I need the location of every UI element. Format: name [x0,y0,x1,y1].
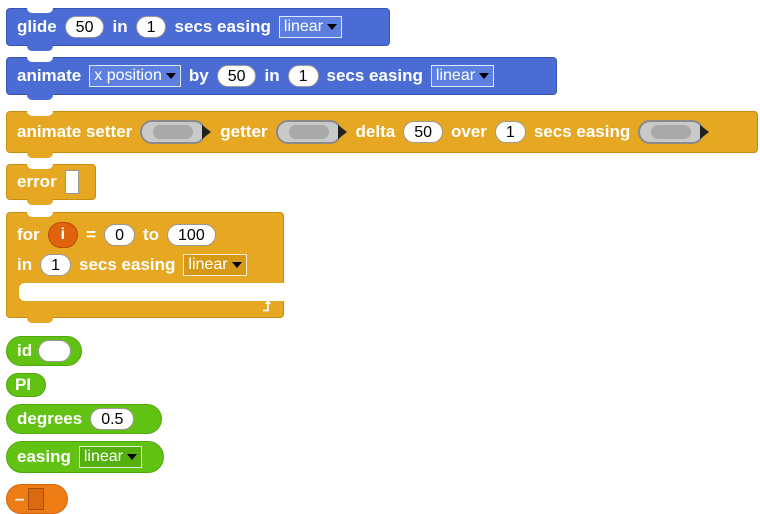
for-easing-value: linear [188,256,228,273]
animate-secs-input[interactable]: 1 [287,65,319,87]
animate-value-input[interactable]: 50 [216,65,257,87]
error-block[interactable]: error [6,164,96,205]
glide-block[interactable]: glide 50 in 1 secs easing linear [6,8,390,51]
error-input[interactable] [64,170,79,194]
glide-in-label: in [112,17,128,36]
easing-block[interactable]: easing linear [6,441,164,473]
animate-in-label: in [264,66,280,85]
glide-easing-dropdown[interactable]: linear [278,16,343,38]
animate-setter-block[interactable]: animate setter getter delta 50 over 1 se… [6,111,758,158]
glide-secs-input[interactable]: 1 [135,16,167,38]
degrees-label: degrees [17,409,83,428]
easing-dropdown[interactable]: linear [78,446,142,468]
animate-easing-value: linear [435,67,476,84]
id-block[interactable]: id [6,336,82,366]
glide-label: glide [17,17,57,36]
easing-dropdown-value: linear [83,448,123,465]
negate-label: – [15,489,25,508]
animate-setter-label: animate setter [17,122,133,141]
equals-label: = [86,225,97,244]
for-loop-block[interactable]: for i = 0 to 100 in 1 secs easing linear… [6,212,289,323]
getter-slot-inner [288,125,329,139]
negate-block[interactable]: – [6,484,68,514]
for-to-input[interactable]: 100 [167,224,216,246]
for-in-label: in [17,255,33,274]
for-from-input[interactable]: 0 [104,224,135,246]
chevron-down-icon [127,454,137,460]
animate-secs-easing-label: secs easing [326,66,423,85]
degrees-block[interactable]: degrees 0.5 [6,404,162,434]
to-label: to [142,225,160,244]
negate-input[interactable] [28,488,45,510]
for-label: for [17,225,40,244]
over-secs-input[interactable]: 1 [494,121,526,143]
arrow-right-icon [337,125,347,139]
easing-slot[interactable] [638,120,710,144]
setter-slot[interactable] [140,120,212,144]
pi-block[interactable]: PI [6,373,46,397]
glide-easing-value: linear [283,18,324,35]
for-easing-dropdown[interactable]: linear [183,254,247,276]
over-label: over [451,122,487,141]
id-input[interactable] [38,340,71,362]
loop-arrow-icon: ⮥ [262,298,271,314]
animate-by-label: by [188,66,209,85]
loop-variable[interactable]: i [47,222,79,248]
chevron-down-icon [327,24,338,30]
error-label: error [17,172,57,191]
for-secs-easing-label: secs easing [79,255,176,274]
animate-easing-dropdown[interactable]: linear [430,65,495,87]
getter-label: getter [220,122,268,141]
animate-property-dropdown[interactable]: x position [89,65,181,87]
delta-label: delta [355,122,396,141]
loop-body-slot[interactable] [19,283,289,301]
easing-label: easing [17,447,71,466]
delta-input[interactable]: 50 [403,121,443,143]
setter-secs-easing-label: secs easing [533,122,631,141]
animate-block[interactable]: animate x position by 50 in 1 secs easin… [6,57,557,100]
id-label: id [17,341,33,360]
glide-secs-easing-label: secs easing [174,17,271,36]
pi-label: PI [15,375,32,394]
animate-label: animate [17,66,82,85]
arrow-right-icon [202,125,212,139]
chevron-down-icon [165,73,176,79]
for-secs-input[interactable]: 1 [40,254,72,276]
easing-slot-inner [651,125,692,139]
chevron-down-icon [231,262,242,268]
chevron-down-icon [479,73,490,79]
arrow-right-icon [700,125,710,139]
getter-slot[interactable] [275,120,347,144]
degrees-input[interactable]: 0.5 [90,408,135,430]
glide-distance-input[interactable]: 50 [64,16,105,38]
setter-slot-inner [153,125,194,139]
animate-property-value: x position [94,67,162,84]
